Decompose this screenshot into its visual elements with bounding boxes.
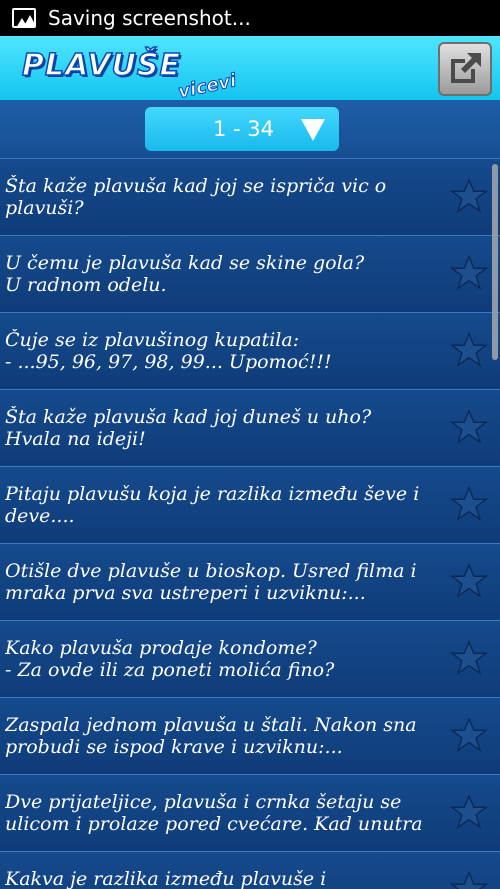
external-link-icon xyxy=(451,53,481,83)
range-dropdown[interactable]: 1 - 34 xyxy=(145,107,339,151)
star-icon[interactable] xyxy=(450,408,488,446)
app-logo-title: PLAVUŠE xyxy=(21,47,181,84)
joke-text: Kako plavuša prodaje kondome? - Za ovde … xyxy=(5,637,335,681)
scrollbar[interactable] xyxy=(492,164,498,360)
list-item[interactable]: Kakva je razlika između plavuše i antibi… xyxy=(0,851,500,889)
list-item[interactable]: Pitaju plavušu koja je razlika između še… xyxy=(0,466,500,543)
star-icon[interactable] xyxy=(450,177,488,215)
star-icon[interactable] xyxy=(450,716,488,754)
joke-text: Kakva je razlika između plavuše i antibi… xyxy=(5,868,327,889)
joke-text: Šta kaže plavuša kad joj se ispriča vic … xyxy=(5,175,387,219)
joke-text: Pitaju plavušu koja je razlika između še… xyxy=(5,483,420,527)
star-icon[interactable] xyxy=(450,485,488,523)
star-icon[interactable] xyxy=(450,331,488,369)
star-icon[interactable] xyxy=(450,639,488,677)
app-bar: PLAVUŠE vicevi xyxy=(0,36,500,104)
joke-text: U čemu je plavuša kad se skine gola? U r… xyxy=(5,252,365,296)
list-item[interactable]: U čemu je plavuša kad se skine gola? U r… xyxy=(0,235,500,312)
status-bar: Saving screenshot... xyxy=(0,0,500,36)
image-icon xyxy=(12,8,36,28)
joke-list[interactable]: Šta kaže plavuša kad joj se ispriča vic … xyxy=(0,158,500,889)
star-icon[interactable] xyxy=(450,254,488,292)
list-item[interactable]: Zaspala jednom plavuša u štali. Nakon sn… xyxy=(0,697,500,774)
star-icon[interactable] xyxy=(450,870,488,889)
joke-text: Šta kaže plavuša kad joj duneš u uho? Hv… xyxy=(5,406,372,450)
list-item[interactable]: Dve prijateljice, plavuša i crnka šetaju… xyxy=(0,774,500,851)
star-icon[interactable] xyxy=(450,793,488,831)
list-item[interactable]: Kako plavuša prodaje kondome? - Za ovde … xyxy=(0,620,500,697)
joke-text: Otišle dve plavuše u bioskop. Usred film… xyxy=(5,560,417,604)
joke-text: Čuje se iz plavušinog kupatila: - ...95,… xyxy=(5,329,332,373)
range-selector-row: 1 - 34 xyxy=(0,100,500,158)
joke-text: Dve prijateljice, plavuša i crnka šetaju… xyxy=(5,791,423,835)
list-item[interactable]: Čuje se iz plavušinog kupatila: - ...95,… xyxy=(0,312,500,389)
app-logo-subtitle: vicevi xyxy=(176,70,239,104)
share-button[interactable] xyxy=(438,42,492,96)
list-item[interactable]: Šta kaže plavuša kad joj duneš u uho? Hv… xyxy=(0,389,500,466)
dropdown-arrow-icon xyxy=(301,119,325,141)
list-item[interactable]: Šta kaže plavuša kad joj se ispriča vic … xyxy=(0,158,500,235)
joke-text: Zaspala jednom plavuša u štali. Nakon sn… xyxy=(5,714,417,758)
star-icon[interactable] xyxy=(450,562,488,600)
list-item[interactable]: Otišle dve plavuše u bioskop. Usred film… xyxy=(0,543,500,620)
status-text: Saving screenshot... xyxy=(48,6,251,30)
